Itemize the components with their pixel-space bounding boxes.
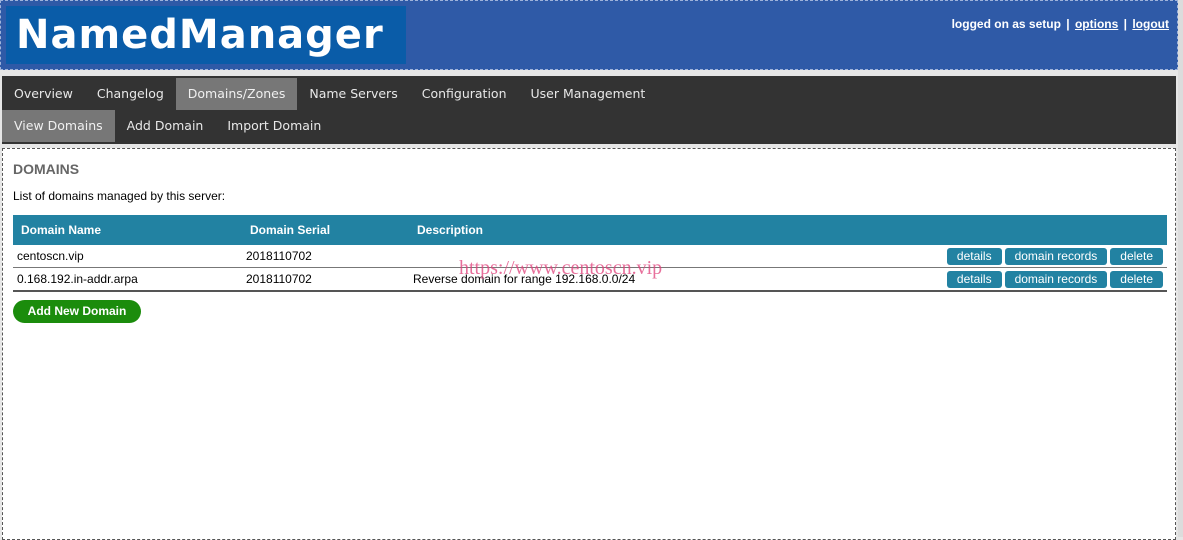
row-actions: details domain records delete [790,267,1167,292]
column-header-actions [791,215,1167,245]
delete-button[interactable]: delete [1110,270,1163,288]
table-row: 0.168.192.in-addr.arpa 2018110702 Revers… [13,267,1167,292]
nav-tab-overview[interactable]: Overview [2,78,85,110]
app-logo[interactable]: NamedManager [6,6,406,64]
column-header-domain-serial[interactable]: Domain Serial [242,215,409,245]
separator: | [1123,17,1127,31]
page-title: DOMAINS [13,161,80,177]
details-button[interactable]: details [946,270,1002,288]
domain-description-cell [409,245,791,268]
logout-link[interactable]: logout [1132,17,1169,31]
nav-tab-name-servers[interactable]: Name Servers [297,78,409,110]
nav-sub-view-domains[interactable]: View Domains [2,110,115,142]
user-bar: logged on as setup | options | logout [952,17,1169,31]
column-header-domain-name[interactable]: Domain Name [13,215,242,245]
nav-sub-row: View Domains Add Domain Import Domain [2,110,333,142]
app-header: NamedManager logged on as setup | option… [0,0,1178,70]
row-actions: details domain records delete [790,245,1167,268]
nav-tab-changelog[interactable]: Changelog [85,78,176,110]
domain-name-cell: 0.168.192.in-addr.arpa [13,267,242,292]
intro-text: List of domains managed by this server: [13,189,226,203]
nav-tab-configuration[interactable]: Configuration [410,78,519,110]
window-edge [1178,0,1183,537]
domain-serial-cell: 2018110702 [242,267,409,292]
delete-button[interactable]: delete [1110,247,1163,265]
nav-sub-add-domain[interactable]: Add Domain [115,110,216,142]
content-panel: DOMAINS List of domains managed by this … [2,148,1176,540]
domain-records-button[interactable]: domain records [1004,270,1108,288]
nav-sub-import-domain[interactable]: Import Domain [215,110,333,142]
nav-main-row: Overview Changelog Domains/Zones Name Se… [2,78,657,110]
domain-serial-cell: 2018110702 [242,245,409,268]
logged-on-text: logged on as setup [951,17,1061,31]
table-row: centoscn.vip 2018110702 details domain re… [13,245,1167,268]
add-new-domain-button[interactable]: Add New Domain [13,300,141,323]
options-link[interactable]: options [1075,17,1118,31]
domain-name-cell: centoscn.vip [13,245,242,268]
nav-tab-domains-zones[interactable]: Domains/Zones [175,78,298,110]
nav-tab-user-management[interactable]: User Management [519,78,658,110]
main-navigation: Overview Changelog Domains/Zones Name Se… [2,76,1176,144]
separator: | [1066,17,1070,31]
domain-description-cell: Reverse domain for range 192.168.0.0/24 [409,267,791,292]
domain-records-button[interactable]: domain records [1004,247,1108,265]
app-logo-text: NamedManager [16,12,384,58]
domains-table: Domain Name Domain Serial Description ce… [13,215,1167,292]
table-header-row: Domain Name Domain Serial Description [13,215,1167,245]
column-header-description[interactable]: Description [409,215,791,245]
details-button[interactable]: details [946,247,1002,265]
